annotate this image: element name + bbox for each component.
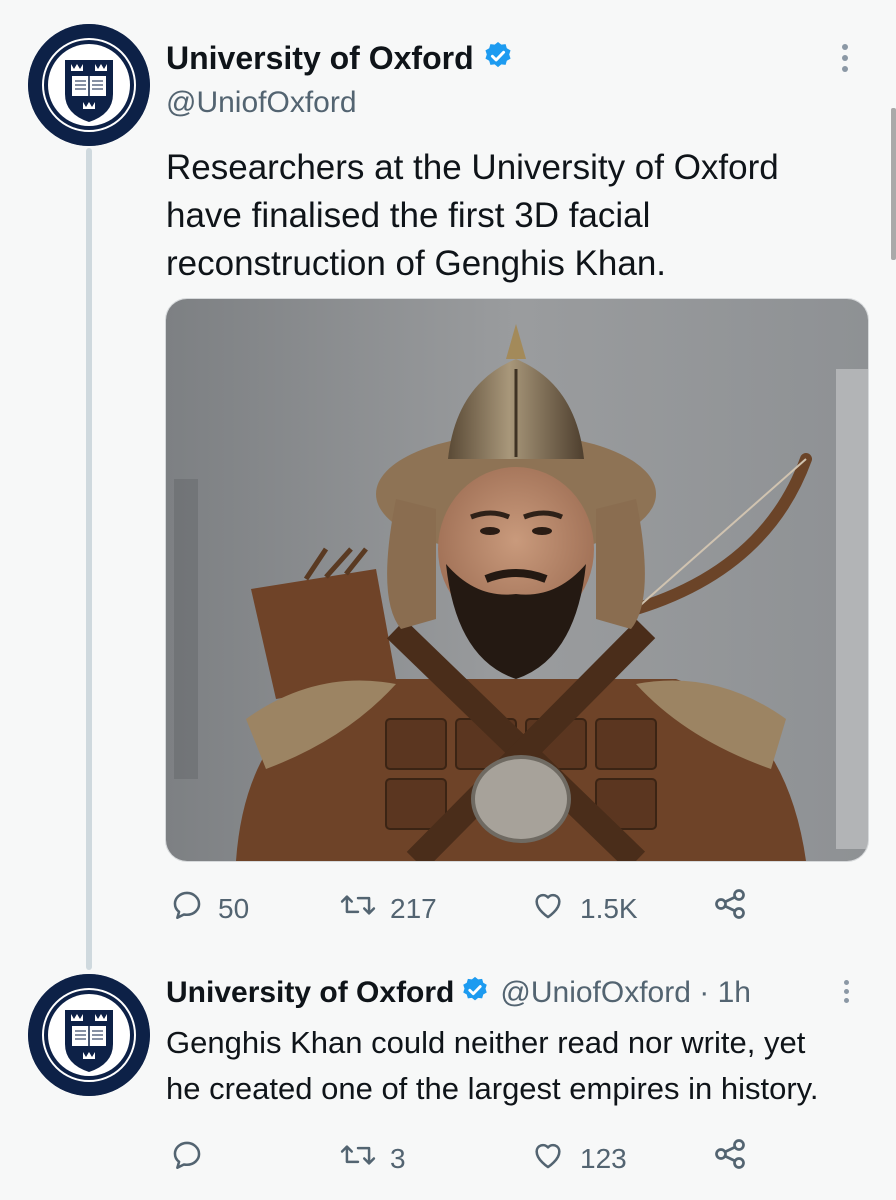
retweet-count: 3 [390,1142,406,1174]
tweet-text: Researchers at the University of Oxford … [166,144,779,288]
tweet-text-line: Genghis Khan could neither read nor writ… [166,1025,806,1060]
retweet-icon [340,888,376,929]
retweet-button[interactable]: 3 [340,1138,406,1179]
retweet-icon [340,1138,376,1179]
retweet-button[interactable]: 217 [340,888,437,929]
reply-count: 50 [218,892,250,924]
display-name[interactable]: University of Oxford [166,976,454,1010]
scrollbar[interactable] [891,108,896,260]
thread-line [86,148,92,970]
tweet-text-line: reconstruction of Genghis Khan. [166,244,667,283]
tweet-image[interactable] [165,298,869,862]
more-icon[interactable] [842,44,848,72]
like-count: 123 [580,1142,627,1174]
tweet-header: University of Oxford [166,40,514,77]
avatar[interactable] [28,974,150,1096]
avatar[interactable] [28,24,150,146]
share-icon [712,886,748,929]
share-button[interactable] [712,886,748,929]
like-count: 1.5K [580,892,638,924]
share-icon [712,1136,748,1179]
verified-badge-icon [460,975,490,1010]
tweet-text-line: he created one of the largest empires in… [166,1071,819,1106]
reply-button[interactable] [170,1138,204,1179]
reply-icon [170,888,204,929]
handle[interactable]: @UniofOxford [166,86,357,120]
share-button[interactable] [712,1136,748,1179]
like-icon [530,1138,566,1179]
tweet-text-line: have finalised the first 3D facial [166,196,651,235]
handle-timestamp[interactable]: @UniofOxford · 1h [500,976,751,1010]
reply-button[interactable]: 50 [170,888,249,929]
reply-icon [170,1138,204,1179]
display-name[interactable]: University of Oxford [166,40,474,77]
more-icon[interactable] [844,980,849,1003]
like-button[interactable]: 1.5K [530,888,638,929]
tweet-text: Genghis Khan could neither read nor writ… [166,1020,819,1112]
like-button[interactable]: 123 [530,1138,627,1179]
verified-badge-icon [482,40,514,77]
retweet-count: 217 [390,892,437,924]
like-icon [530,888,566,929]
tweet-text-line: Researchers at the University of Oxford [166,148,779,187]
tweet-header: University of Oxford @UniofOxford · 1h [166,975,751,1010]
